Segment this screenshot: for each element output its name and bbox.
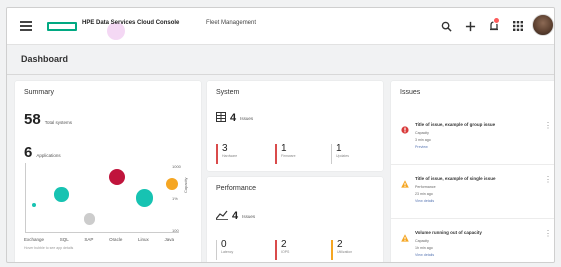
updates-label: Updates xyxy=(336,154,350,158)
system-issues-value: 4 xyxy=(230,112,237,124)
issue-link[interactable]: View details xyxy=(415,199,434,203)
server-icon xyxy=(216,109,226,127)
total-systems-value: 58 xyxy=(24,111,41,128)
warning-icon xyxy=(401,229,409,242)
y-axis-label: Capacity xyxy=(183,177,188,193)
utilization-metric[interactable]: 2 Utilization xyxy=(331,240,381,260)
issue-title: Title of issue, example of single issue xyxy=(415,176,496,181)
latency-label: Latency xyxy=(221,250,234,254)
y-tick: 100 xyxy=(172,228,179,233)
x-tick: Java xyxy=(164,237,174,242)
latency-value: 0 xyxy=(221,239,227,250)
chart-hint: Hover bubble to see app details xyxy=(24,246,74,250)
application-bubble-chart xyxy=(25,163,179,233)
issue-item[interactable]: Title of issue, example of single issue … xyxy=(391,171,554,219)
iops-metric[interactable]: 2 IOPS xyxy=(275,240,325,260)
x-tick: Linux xyxy=(138,237,149,242)
menu-icon[interactable] xyxy=(20,21,32,31)
x-tick: Oracle xyxy=(109,237,123,242)
top-bar: HPE Data Services Cloud Console Fleet Ma… xyxy=(7,8,554,45)
brand-name[interactable]: HPE Data Services Cloud Console xyxy=(82,20,179,26)
firmware-value: 1 xyxy=(281,143,287,154)
applications-label: Applications xyxy=(36,153,61,158)
critical-icon xyxy=(401,121,409,134)
apps-grid-icon[interactable] xyxy=(509,17,527,35)
x-tick: SAP xyxy=(84,237,94,242)
performance-issues-value: 4 xyxy=(232,210,239,222)
hardware-value: 3 xyxy=(222,143,228,154)
hardware-metric[interactable]: 3 Hardware xyxy=(216,144,266,164)
issue-time: 23 min ago xyxy=(415,192,433,196)
system-title: System xyxy=(216,89,240,96)
more-options-icon[interactable]: ⋮ xyxy=(544,176,552,184)
y-tick: 1% xyxy=(172,196,178,201)
updates-metric[interactable]: 1 Updates xyxy=(331,144,381,164)
more-options-icon[interactable]: ⋮ xyxy=(544,122,552,130)
system-card[interactable]: System 4 Issues 3 Hardware 1 Firmware 1 … xyxy=(207,81,383,171)
search-icon[interactable] xyxy=(437,17,455,35)
divider xyxy=(7,74,554,75)
plus-icon[interactable] xyxy=(461,17,479,35)
issue-category: Capacity xyxy=(415,131,429,135)
system-issues-label: Issues xyxy=(240,115,254,121)
page-title: Dashboard xyxy=(21,54,69,64)
issue-link[interactable]: Preview xyxy=(415,145,428,149)
issue-link[interactable]: View details xyxy=(415,253,434,257)
y-tick: 1000 xyxy=(172,164,181,169)
issues-card: Issues Title of issue, example of group … xyxy=(391,81,554,262)
issue-title: Title of issue, example of group issue xyxy=(415,122,496,127)
bubble-sap[interactable] xyxy=(83,213,95,225)
performance-card[interactable]: Performance 4 Issues 0 Latency 2 IOPS 2 … xyxy=(207,177,383,262)
performance-issues-summary: 4 Issues xyxy=(215,207,256,225)
issues-title: Issues xyxy=(400,89,421,96)
app-frame: HPE Data Services Cloud Console Fleet Ma… xyxy=(6,7,555,263)
applications-value: 6 xyxy=(24,144,33,161)
utilization-label: Utilization xyxy=(337,250,353,254)
bubble-java[interactable] xyxy=(165,177,179,191)
hardware-label: Hardware xyxy=(222,154,238,158)
issue-category: Capacity xyxy=(415,239,429,243)
bubble-sql[interactable] xyxy=(54,187,69,202)
iops-label: IOPS xyxy=(281,250,290,254)
performance-title: Performance xyxy=(216,185,257,192)
iops-value: 2 xyxy=(281,239,287,250)
x-tick: Exchange xyxy=(24,237,45,242)
notification-icon[interactable] xyxy=(485,17,503,35)
context-selector[interactable]: Fleet Management xyxy=(206,20,256,26)
issue-item[interactable]: Volume running out of capacity Capacity … xyxy=(391,225,554,262)
system-issues-summary: 4 Issues xyxy=(216,109,253,127)
x-tick: SQL xyxy=(59,237,69,242)
trend-icon xyxy=(215,207,228,225)
firmware-label: Firmware xyxy=(281,154,296,158)
issue-category: Performance xyxy=(415,185,436,189)
bubble-exchange[interactable] xyxy=(31,202,37,208)
total-systems-label: Total systems xyxy=(44,120,72,125)
hpe-logo[interactable] xyxy=(47,22,77,31)
warning-icon xyxy=(401,175,409,188)
summary-card: Summary 58 Total systems 6 Applications … xyxy=(15,81,201,262)
x-axis-ticks: Exchange SQL SAP Oracle Linux Java xyxy=(24,237,174,242)
bubble-linux[interactable] xyxy=(135,189,154,207)
issue-item[interactable]: Title of issue, example of group issue C… xyxy=(391,117,554,165)
issue-time: 1h min ago xyxy=(415,246,433,250)
performance-issues-label: Issues xyxy=(242,213,256,219)
utilization-value: 2 xyxy=(337,239,343,250)
more-options-icon[interactable]: ⋮ xyxy=(544,230,552,238)
user-avatar[interactable] xyxy=(532,14,554,36)
firmware-metric[interactable]: 1 Firmware xyxy=(275,144,325,164)
notification-badge xyxy=(493,17,500,24)
issue-title: Volume running out of capacity xyxy=(415,230,482,235)
summary-title: Summary xyxy=(24,89,54,96)
total-systems-stat[interactable]: 58 Total systems xyxy=(24,111,72,128)
latency-metric[interactable]: 0 Latency xyxy=(216,240,266,260)
applications-stat[interactable]: 6 Applications xyxy=(24,144,61,161)
bubble-oracle[interactable] xyxy=(108,169,125,185)
updates-value: 1 xyxy=(336,143,342,154)
issue-time: 3 min ago xyxy=(415,138,431,142)
